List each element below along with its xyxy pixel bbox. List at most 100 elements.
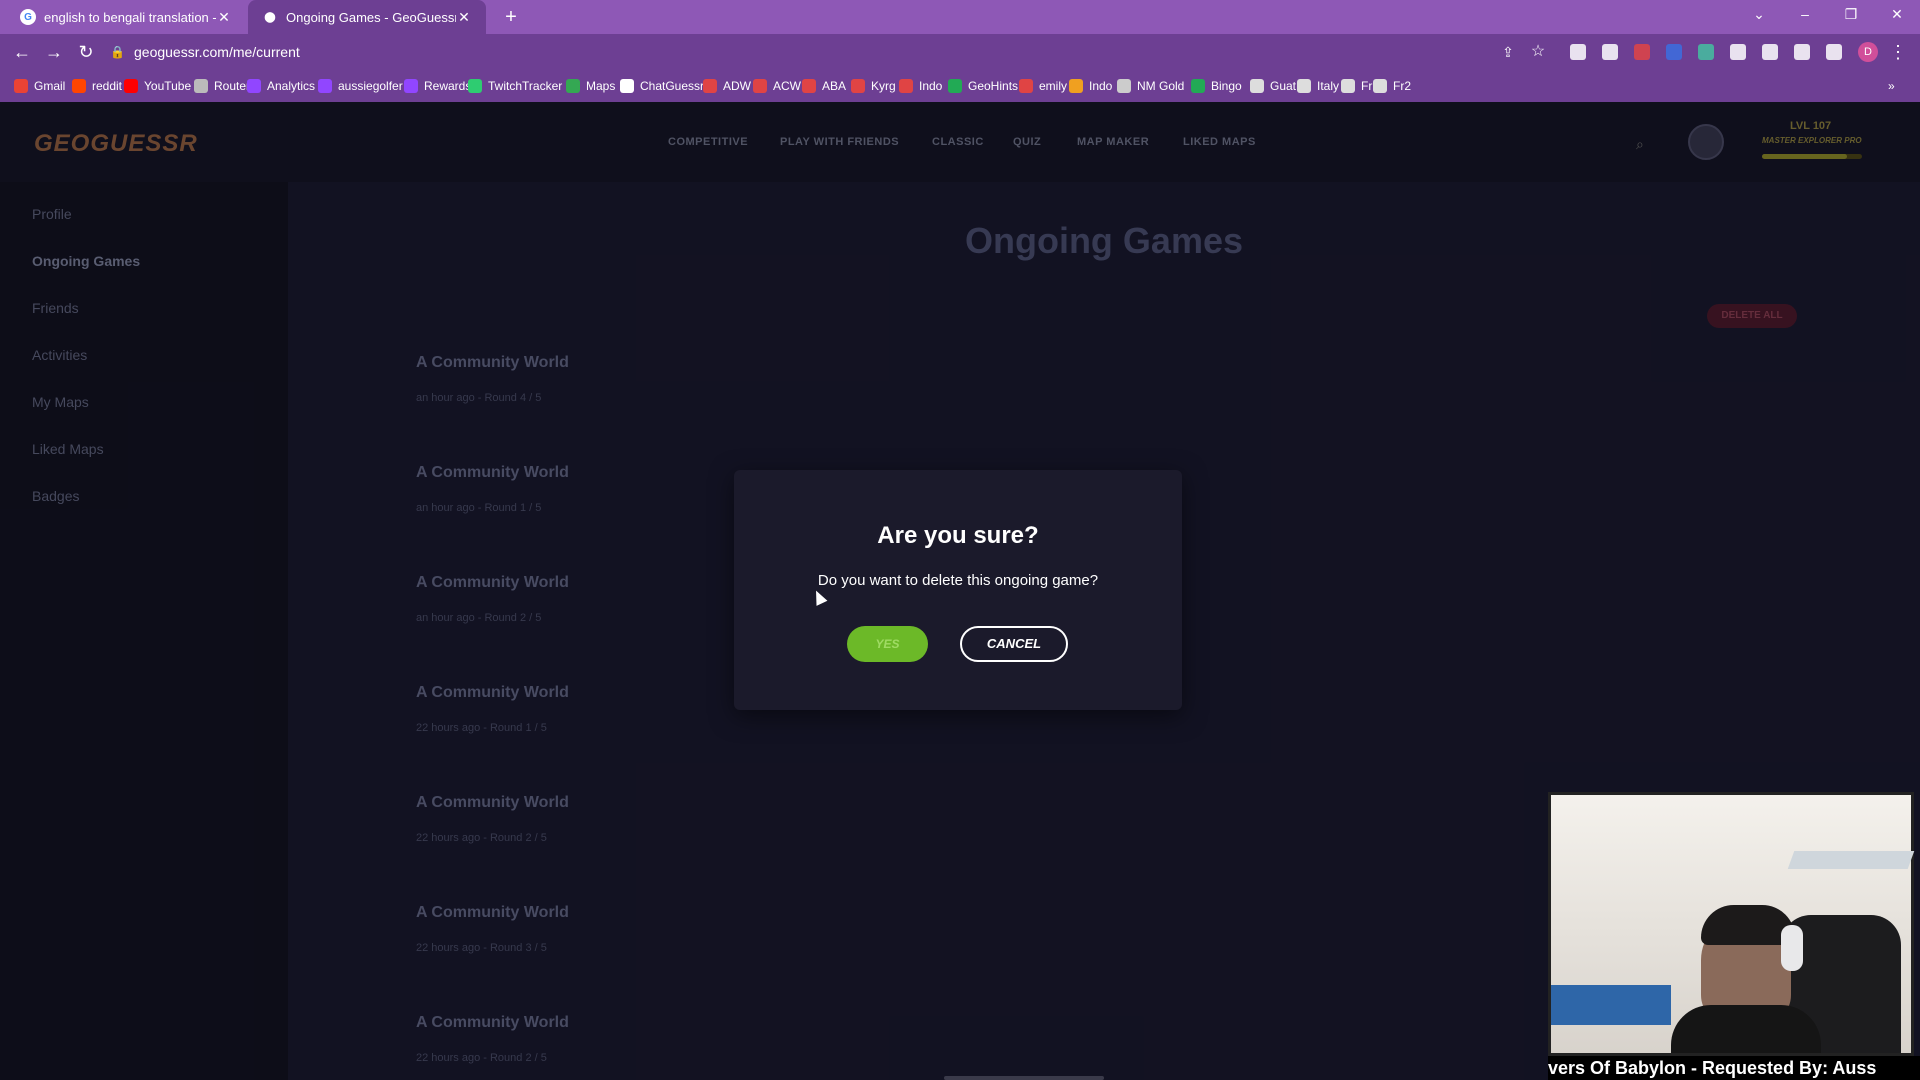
profile-avatar[interactable]: D xyxy=(1858,42,1878,62)
bookmark-analytics[interactable]: Analytics xyxy=(247,76,315,96)
close-icon[interactable]: ✕ xyxy=(456,9,472,26)
extension-icon[interactable] xyxy=(1730,44,1746,60)
bookmark-favicon-icon xyxy=(753,79,767,93)
bookmark-aussiegolfer[interactable]: aussiegolfer xyxy=(318,76,403,96)
bookmark-favicon-icon xyxy=(1069,79,1083,93)
extension-icon[interactable] xyxy=(1570,44,1586,60)
bookmarks-overflow-icon[interactable]: » xyxy=(1888,76,1895,96)
bookmark-favicon-icon xyxy=(703,79,717,93)
bookmark-favicon-icon xyxy=(899,79,913,93)
bookmark-maps[interactable]: Maps xyxy=(566,76,615,96)
menu-kebab-icon[interactable]: ⋮ xyxy=(1886,40,1910,64)
bookmark-label: Maps xyxy=(586,79,616,93)
bookmark-label: Fr2 xyxy=(1393,79,1411,93)
bookmark-favicon-icon xyxy=(14,79,28,93)
browser-tab-translation[interactable]: G english to bengali translation - G ✕ xyxy=(6,0,246,34)
bookmark-label: Rewards xyxy=(424,79,472,93)
bookmark-label: ABA xyxy=(822,79,847,93)
bookmark-label: ACW xyxy=(773,79,801,93)
bookmark-aba[interactable]: ABA xyxy=(802,76,846,96)
bookmark-twitchtracker[interactable]: TwitchTracker xyxy=(468,76,562,96)
puzzle-icon[interactable] xyxy=(1762,44,1778,60)
bookmark-adw[interactable]: ADW xyxy=(703,76,751,96)
bookmark-favicon-icon xyxy=(1117,79,1131,93)
song-request-ticker: vers Of Babylon - Requested By: Auss xyxy=(1548,1056,1920,1080)
bookmark-favicon-icon xyxy=(948,79,962,93)
bookmark-label: emily xyxy=(1039,79,1068,93)
bookmark-favicon-icon xyxy=(404,79,418,93)
reload-icon[interactable]: ↻ xyxy=(74,40,98,64)
webcam-lamp xyxy=(1787,851,1915,869)
bookmark-nm-gold[interactable]: NM Gold xyxy=(1117,76,1184,96)
close-icon[interactable]: ✕ xyxy=(216,9,232,26)
tab-title: english to bengali translation - G xyxy=(44,9,216,25)
bookmark-indo[interactable]: Indo xyxy=(1069,76,1112,96)
cancel-button[interactable]: CANCEL xyxy=(960,626,1068,662)
bookmark-star-icon[interactable]: ☆ xyxy=(1526,40,1550,64)
forward-icon[interactable]: → xyxy=(42,40,66,64)
reading-list-icon[interactable] xyxy=(1794,44,1810,60)
bookmark-fr2[interactable]: Fr2 xyxy=(1373,76,1411,96)
bookmark-label: Indo xyxy=(919,79,943,93)
tab-title: Ongoing Games - GeoGuessr xyxy=(286,9,456,25)
new-tab-button[interactable]: + xyxy=(498,4,524,30)
bookmark-reddit[interactable]: reddit xyxy=(72,76,122,96)
bookmark-favicon-icon xyxy=(247,79,261,93)
bookmark-label: Gmail xyxy=(34,79,66,93)
bookmark-label: aussiegolfer xyxy=(338,79,403,93)
bookmark-favicon-icon xyxy=(1373,79,1387,93)
bookmark-label: Italy xyxy=(1317,79,1340,93)
bookmark-favicon-icon xyxy=(1191,79,1205,93)
bookmark-favicon-icon xyxy=(1297,79,1311,93)
extension-icon[interactable] xyxy=(1602,44,1618,60)
browser-toolbar: ← → ↻ 🔒 geoguessr.com/me/current ⇪ ☆ ⋮ xyxy=(0,34,1920,70)
dialog-title: Are you sure? xyxy=(877,522,1039,549)
bookmark-chatguessr[interactable]: ChatGuessr xyxy=(620,76,704,96)
extension-icon[interactable] xyxy=(1698,44,1714,60)
yes-button[interactable]: YES xyxy=(847,626,928,662)
bookmark-favicon-icon xyxy=(1250,79,1264,93)
bookmark-acw[interactable]: ACW xyxy=(753,76,801,96)
minimize-icon[interactable]: – xyxy=(1782,0,1828,30)
bookmark-router[interactable]: Router xyxy=(194,76,250,96)
bookmark-favicon-icon xyxy=(1341,79,1355,93)
bookmark-emily[interactable]: emily xyxy=(1019,76,1067,96)
bookmark-favicon-icon xyxy=(72,79,86,93)
horizontal-scrollbar[interactable] xyxy=(944,1076,1104,1080)
bookmark-fr[interactable]: Fr xyxy=(1341,76,1372,96)
bookmark-geohints[interactable]: GeoHints xyxy=(948,76,1018,96)
bookmark-indo[interactable]: Indo xyxy=(899,76,942,96)
bookmark-favicon-icon xyxy=(566,79,580,93)
webcam-pool-table xyxy=(1551,985,1671,1025)
bookmark-favicon-icon xyxy=(1019,79,1033,93)
bookmark-kyrg[interactable]: Kyrg xyxy=(851,76,896,96)
bookmark-favicon-icon xyxy=(194,79,208,93)
lock-icon: 🔒 xyxy=(110,45,125,59)
restore-icon[interactable]: ❐ xyxy=(1828,0,1874,30)
bookmark-bingo[interactable]: Bingo xyxy=(1191,76,1242,96)
browser-tab-geoguessr[interactable]: ⬤ Ongoing Games - GeoGuessr ✕ xyxy=(248,0,486,34)
back-icon[interactable]: ← xyxy=(10,40,34,64)
bookmark-label: NM Gold xyxy=(1137,79,1185,93)
extension-icon[interactable] xyxy=(1634,44,1650,60)
address-bar[interactable]: 🔒 geoguessr.com/me/current xyxy=(110,39,1550,65)
bookmark-italy[interactable]: Italy xyxy=(1297,76,1339,96)
url-text: geoguessr.com/me/current xyxy=(134,44,300,60)
bookmark-label: Fr xyxy=(1361,79,1373,93)
bookmark-rewards[interactable]: Rewards xyxy=(404,76,471,96)
share-icon[interactable]: ⇪ xyxy=(1496,40,1520,64)
side-panel-icon[interactable] xyxy=(1826,44,1842,60)
bookmark-label: Router xyxy=(214,79,251,93)
bookmark-favicon-icon xyxy=(620,79,634,93)
extension-icon[interactable] xyxy=(1666,44,1682,60)
dialog-message: Do you want to delete this ongoing game? xyxy=(817,572,1099,589)
bookmark-gmail[interactable]: Gmail xyxy=(14,76,65,96)
bookmark-label: Guat xyxy=(1270,79,1297,93)
bookmark-label: TwitchTracker xyxy=(488,79,563,93)
bookmark-guat[interactable]: Guat xyxy=(1250,76,1296,96)
tab-search-icon[interactable]: ⌄ xyxy=(1736,0,1782,30)
headset-icon xyxy=(1781,925,1803,971)
window-close-icon[interactable]: ✕ xyxy=(1874,0,1920,30)
browser-tab-bar: G english to bengali translation - G ✕ ⬤… xyxy=(0,0,1920,34)
bookmark-youtube[interactable]: YouTube xyxy=(124,76,191,96)
